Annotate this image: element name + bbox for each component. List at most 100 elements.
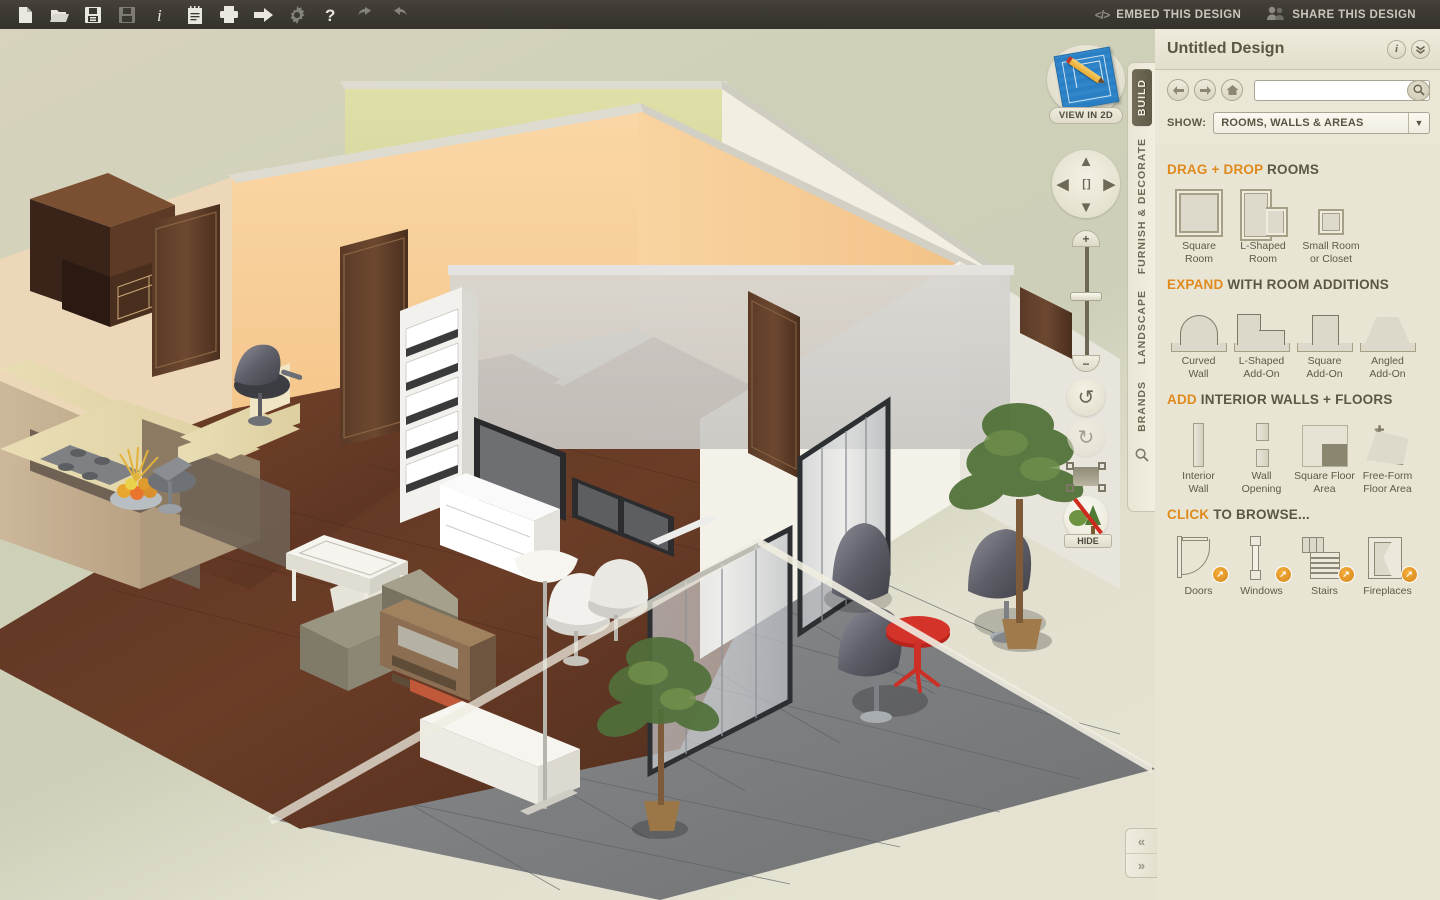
hide-objects-control: HIDE (1064, 496, 1112, 548)
tool-square-floor-area-label: Square Floor Area (1294, 470, 1355, 495)
panel-info-icon[interactable]: i (1387, 39, 1406, 59)
svg-text:i: i (157, 6, 162, 23)
pan-control[interactable]: ▲ ▼ ◀ ▶ [ ] (1052, 150, 1120, 218)
tool-doors[interactable]: ↗ Doors (1167, 528, 1230, 598)
notes-icon[interactable] (178, 0, 212, 29)
section-title-interior-walls-floors: ADD INTERIOR WALLS + FLOORS (1167, 392, 1428, 407)
settings-gear-icon[interactable] (280, 0, 314, 29)
open-folder-icon[interactable] (42, 0, 76, 29)
embed-design-button[interactable]: </> EMBED THIS DESIGN (1085, 8, 1251, 22)
tool-angled-addon[interactable]: Angled Add-On (1356, 298, 1419, 380)
panel-search-input[interactable] (1255, 81, 1429, 100)
section-rest-rooms: ROOMS (1263, 162, 1320, 177)
zoom-slider[interactable]: + − (1066, 230, 1106, 372)
tool-square-addon[interactable]: Square Add-On (1293, 298, 1356, 380)
info-icon[interactable]: i (144, 0, 178, 29)
windows-icon: ↗ (1230, 528, 1293, 583)
help-icon[interactable]: ? (314, 0, 348, 29)
tool-wall-opening-label: Wall Opening (1241, 470, 1282, 495)
rail-tab-landscape[interactable]: LANDSCAPE (1134, 282, 1150, 372)
tool-small-room-closet-label: Small Room or Closet (1302, 240, 1360, 265)
save-icon[interactable] (76, 0, 110, 29)
section-highlight-click: CLICK (1167, 507, 1210, 522)
right-panel: Untitled Design i SHOW: ROOMS, WALLS & A… (1155, 29, 1440, 900)
browse-grid: ↗ Doors ↗ Windows ↗ Stairs ↗ Fireplaces (1167, 528, 1428, 598)
tool-l-shaped-addon[interactable]: L-Shaped Add-On (1230, 298, 1293, 380)
panel-collapse-controls: « » (1125, 828, 1157, 878)
camera-framing-button[interactable] (1066, 462, 1106, 492)
rail-tab-build[interactable]: BUILD (1131, 69, 1152, 127)
zoom-out-button[interactable]: − (1072, 355, 1100, 372)
panel-search-button[interactable] (1407, 79, 1430, 101)
square-room-icon (1167, 183, 1231, 237)
rail-search-icon[interactable] (1134, 448, 1149, 465)
crop-corner-bl-icon (1066, 484, 1074, 492)
zoom-slider-track[interactable] (1085, 244, 1089, 360)
tool-angled-addon-label: Angled Add-On (1369, 355, 1406, 380)
export-icon[interactable] (246, 0, 280, 29)
tool-stairs[interactable]: ↗ Stairs (1293, 528, 1356, 598)
curved-wall-icon (1167, 298, 1230, 352)
tool-small-room-closet[interactable]: Small Room or Closet (1295, 183, 1367, 265)
view-in-2d-label[interactable]: VIEW IN 2D (1049, 107, 1123, 124)
design-canvas-3d[interactable]: VIEW IN 2D ▲ ▼ ◀ ▶ [ ] + − ↺ ↻ HIDE (0, 29, 1155, 900)
zoom-in-button[interactable]: + (1072, 230, 1100, 247)
panel-navigation (1155, 70, 1440, 110)
top-toolbar: i ? </> EMBED THIS DESIGN SHARE THIS DES… (0, 0, 1440, 29)
fireplaces-browse-badge[interactable]: ↗ (1400, 566, 1418, 583)
tool-wall-opening[interactable]: Wall Opening (1230, 413, 1293, 495)
toolbar-right-actions: </> EMBED THIS DESIGN SHARE THIS DESIGN (1085, 6, 1440, 23)
tool-free-form-floor-area-label: Free-Form Floor Area (1362, 470, 1413, 495)
hide-label[interactable]: HIDE (1064, 534, 1112, 548)
new-file-icon[interactable] (8, 0, 42, 29)
tool-windows[interactable]: ↗ Windows (1230, 528, 1293, 598)
section-title-drag-drop-rooms: DRAG + DROP ROOMS (1167, 162, 1428, 177)
zoom-slider-handle[interactable] (1070, 292, 1102, 301)
save-as-icon[interactable] (110, 0, 144, 29)
share-design-button[interactable]: SHARE THIS DESIGN (1257, 6, 1426, 23)
tool-free-form-floor-area[interactable]: ✚ Free-Form Floor Area (1356, 413, 1419, 495)
nav-home-button[interactable] (1221, 79, 1243, 101)
panel-search-box[interactable] (1254, 79, 1430, 101)
pan-right-button[interactable]: ▶ (1103, 175, 1115, 193)
undo-icon[interactable] (348, 0, 382, 29)
rotate-counterclockwise-button[interactable]: ↺ (1067, 378, 1105, 416)
rail-tab-furnish-decorate[interactable]: FURNISH & DECORATE (1134, 130, 1150, 282)
collapse-right-button[interactable]: » (1126, 853, 1157, 877)
tool-square-room[interactable]: Square Room (1167, 183, 1231, 265)
chevron-down-icon[interactable]: ▼ (1408, 113, 1429, 133)
blueprint-icon (1053, 46, 1120, 112)
crop-corner-tl-icon (1066, 462, 1074, 470)
redo-icon[interactable] (382, 0, 416, 29)
pan-up-button[interactable]: ▲ (1079, 153, 1094, 170)
stairs-browse-badge[interactable]: ↗ (1337, 566, 1355, 583)
tool-stairs-label: Stairs (1311, 585, 1338, 597)
fireplaces-icon: ↗ (1356, 528, 1419, 583)
collapse-left-button[interactable]: « (1126, 829, 1157, 853)
angled-addon-icon (1356, 298, 1419, 352)
nav-forward-button[interactable] (1194, 79, 1216, 101)
pan-down-button[interactable]: ▼ (1079, 199, 1094, 216)
panel-collapse-icon[interactable] (1411, 39, 1430, 59)
embed-design-label: EMBED THIS DESIGN (1116, 8, 1242, 21)
tool-curved-wall[interactable]: Curved Wall (1167, 298, 1230, 380)
small-room-closet-icon (1295, 183, 1367, 237)
tool-l-shaped-room[interactable]: L-Shaped Room (1231, 183, 1295, 265)
show-filter-select[interactable]: ROOMS, WALLS & AREAS ▼ (1213, 112, 1430, 134)
tool-square-floor-area[interactable]: Square Floor Area (1293, 413, 1356, 495)
nav-back-button[interactable] (1167, 79, 1189, 101)
view-in-2d-button[interactable] (1047, 45, 1125, 115)
square-floor-area-icon (1293, 413, 1356, 467)
tool-interior-wall[interactable]: Interior Wall (1167, 413, 1230, 495)
rotate-clockwise-button[interactable]: ↻ (1067, 418, 1105, 456)
print-icon[interactable] (212, 0, 246, 29)
doors-browse-badge[interactable]: ↗ (1211, 566, 1229, 583)
rail-tab-brands[interactable]: BRANDS (1134, 373, 1150, 440)
wall-opening-icon (1230, 413, 1293, 467)
category-rail: BUILD FURNISH & DECORATE LANDSCAPE BRAND… (1127, 62, 1155, 512)
windows-browse-badge[interactable]: ↗ (1274, 566, 1292, 583)
tool-fireplaces[interactable]: ↗ Fireplaces (1356, 528, 1419, 598)
pan-left-button[interactable]: ◀ (1057, 175, 1069, 193)
code-brackets-icon: </> (1094, 7, 1110, 22)
pan-center-button[interactable]: [ ] (1082, 178, 1090, 190)
